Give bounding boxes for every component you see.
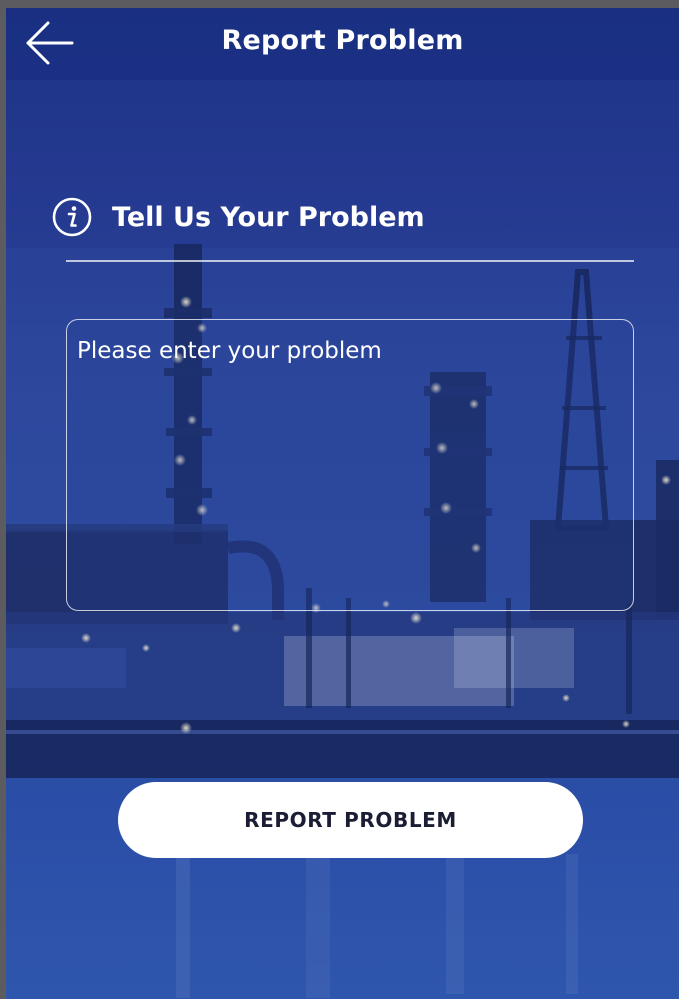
info-icon [52,197,92,237]
report-problem-button[interactable]: REPORT PROBLEM [118,782,583,858]
app-screen: Report Problem Tell Us Your Problem REPO… [6,8,679,999]
divider [66,260,634,262]
app-header: Report Problem [6,8,679,80]
section-heading: Tell Us Your Problem [52,194,425,240]
problem-input[interactable] [66,319,634,611]
page-title: Report Problem [221,25,464,56]
section-title: Tell Us Your Problem [112,201,425,233]
